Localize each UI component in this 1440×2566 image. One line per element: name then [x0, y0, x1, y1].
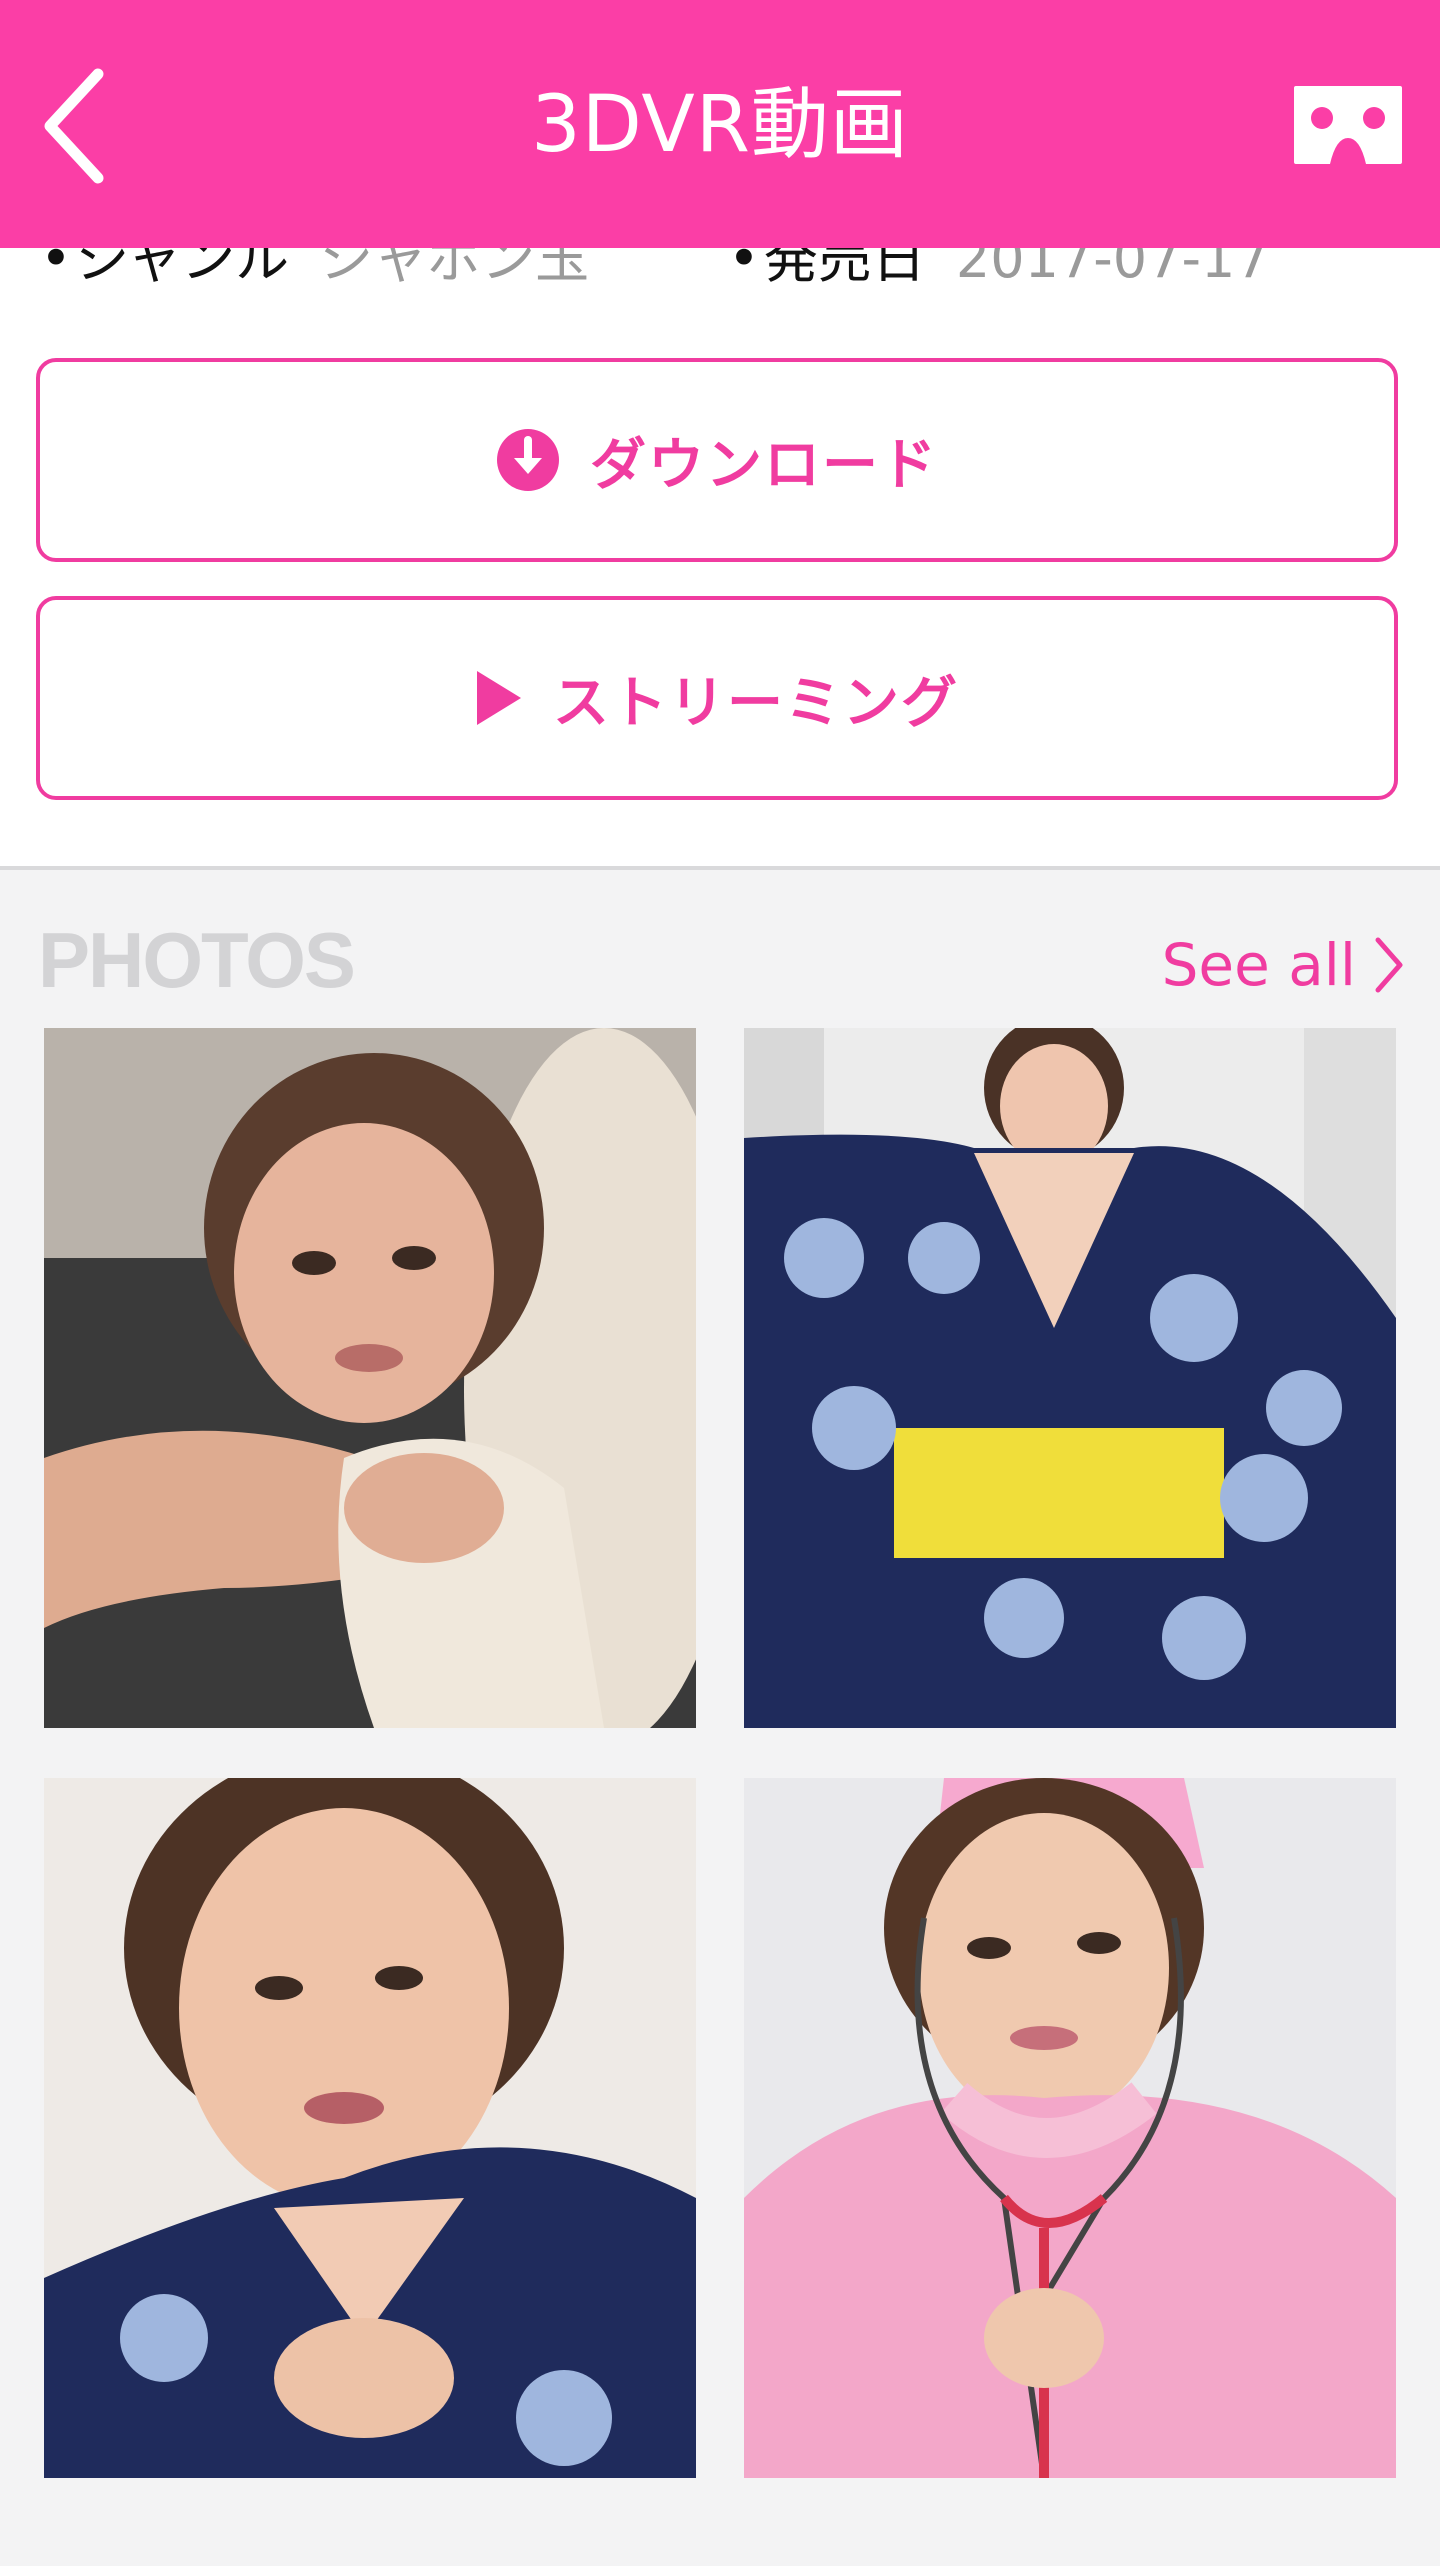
- photo-thumbnail[interactable]: [744, 1028, 1396, 1728]
- photo-thumbnail[interactable]: [744, 1778, 1396, 2478]
- chevron-right-icon: [1375, 937, 1403, 993]
- page-title: 3DVR動画: [531, 80, 909, 170]
- see-all-link[interactable]: See all: [1162, 928, 1404, 1002]
- streaming-label: ストリーミング: [553, 670, 959, 736]
- photo-thumbnail[interactable]: [44, 1778, 696, 2478]
- app-header: 3DVR動画: [0, 0, 1440, 248]
- vr-goggles-icon: [1294, 86, 1402, 164]
- see-all-label: See all: [1161, 931, 1356, 999]
- photo-thumbnail[interactable]: [44, 1028, 696, 1728]
- download-button[interactable]: ダウンロード: [36, 358, 1398, 562]
- download-label: ダウンロード: [590, 432, 938, 498]
- vr-mode-button[interactable]: [1290, 82, 1406, 168]
- streaming-button[interactable]: ストリーミング: [36, 596, 1398, 800]
- app-screen: •ジャンル シャボン玉 •発売日 2017-07-17 ダウンロード ストリーミング: [0, 0, 1440, 2566]
- download-circle-icon: [496, 428, 560, 492]
- play-icon: [475, 669, 523, 727]
- photos-section-title: PHOTOS: [38, 916, 356, 1004]
